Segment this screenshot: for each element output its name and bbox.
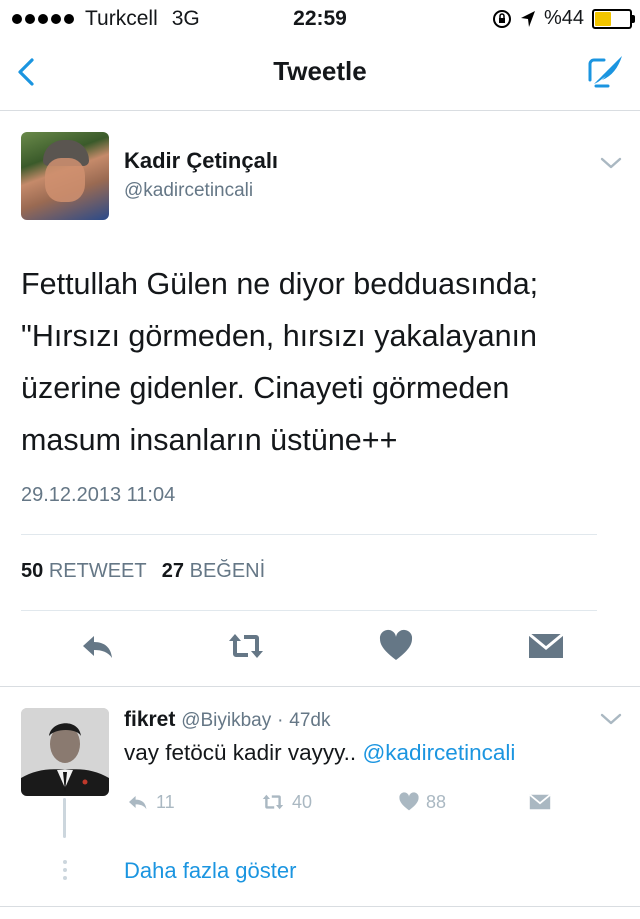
reply-author-handle[interactable]: @Biyikbay: [181, 710, 271, 731]
compose-tweet-icon[interactable]: [584, 50, 628, 94]
reply-author-name[interactable]: fikret: [124, 708, 175, 731]
reply-retweet-button[interactable]: 40: [258, 790, 312, 814]
retweet-label[interactable]: RETWEET: [49, 560, 146, 582]
reply-age: 47dk: [289, 710, 331, 731]
reply-icon[interactable]: [78, 626, 118, 666]
reply-reply-button[interactable]: 11: [124, 790, 175, 814]
author-avatar[interactable]: [21, 132, 109, 220]
location-arrow-icon: [520, 10, 535, 27]
thread-connector-line: [63, 798, 66, 838]
divider: [21, 610, 597, 611]
tweet-text-line: Fettullah Gülen ne diyor bedduasında;: [21, 267, 539, 301]
like-label[interactable]: BEĞENİ: [190, 560, 266, 582]
like-heart-icon[interactable]: [376, 626, 416, 666]
battery-icon: [592, 8, 635, 29]
status-icons: %44: [492, 7, 635, 30]
reply-actions: 11 40 88: [124, 790, 604, 820]
reply-like-count: 88: [426, 791, 447, 812]
orientation-lock-icon: [492, 9, 511, 28]
tweet-text-line: masum insanların üstüne++: [21, 423, 398, 457]
reply-avatar[interactable]: [21, 708, 109, 796]
tweet-stats: 50 RETWEET 27 BEĞENİ: [21, 560, 265, 583]
direct-message-icon[interactable]: [526, 626, 566, 666]
chevron-down-icon[interactable]: [600, 156, 622, 170]
reply-avatar-photo: [21, 708, 109, 796]
section-separator: [0, 686, 640, 687]
tweet-actions: [0, 626, 640, 670]
battery-percent: %44: [543, 7, 584, 29]
page-title: Tweetle: [273, 56, 367, 86]
direct-message-icon: [529, 794, 551, 810]
chevron-down-icon[interactable]: [600, 712, 622, 726]
tweet-timestamp: 29.12.2013 11:04: [21, 484, 176, 506]
thread-ellipsis-icon: [62, 860, 68, 884]
author-name[interactable]: Kadir Çetinçalı: [124, 148, 278, 174]
reply-icon: [129, 796, 147, 810]
reply-reply-count: 11: [156, 791, 175, 812]
reply-body: vay fetöcü kadir vayyy..: [124, 740, 357, 765]
author-handle[interactable]: @kadircetincali: [124, 180, 253, 202]
show-more-link[interactable]: Daha fazla göster: [124, 858, 296, 884]
retweet-icon: [262, 794, 284, 810]
like-count[interactable]: 27: [162, 560, 184, 582]
section-separator: [0, 906, 640, 907]
status-bar: Turkcell 3G 22:59 %44: [0, 0, 640, 38]
reply-author[interactable]: fikret @Biyikbay · 47dk: [124, 708, 330, 732]
divider: [21, 534, 597, 535]
reply-dm-button[interactable]: [526, 790, 554, 814]
tweet-text-line: üzerine gidenler. Cinayeti görmeden: [21, 371, 510, 405]
nav-bar: Tweetle: [0, 38, 640, 111]
reply-separator: ·: [277, 710, 284, 731]
reply-text: vay fetöcü kadir vayyy.. @kadircetincali: [124, 740, 515, 766]
reply-mention-link[interactable]: @kadircetincali: [362, 740, 515, 765]
reply-like-button[interactable]: 88: [396, 790, 446, 814]
retweet-count[interactable]: 50: [21, 560, 43, 582]
tweet-text: Fettullah Gülen ne diyor bedduasında; "H…: [21, 258, 621, 466]
retweet-icon[interactable]: [226, 626, 266, 666]
like-heart-icon: [399, 792, 419, 811]
reply-retweet-count: 40: [292, 791, 313, 812]
tweet-text-line: "Hırsızı görmeden, hırsızı yakalayanın: [21, 319, 537, 353]
battery-fill: [595, 11, 611, 26]
